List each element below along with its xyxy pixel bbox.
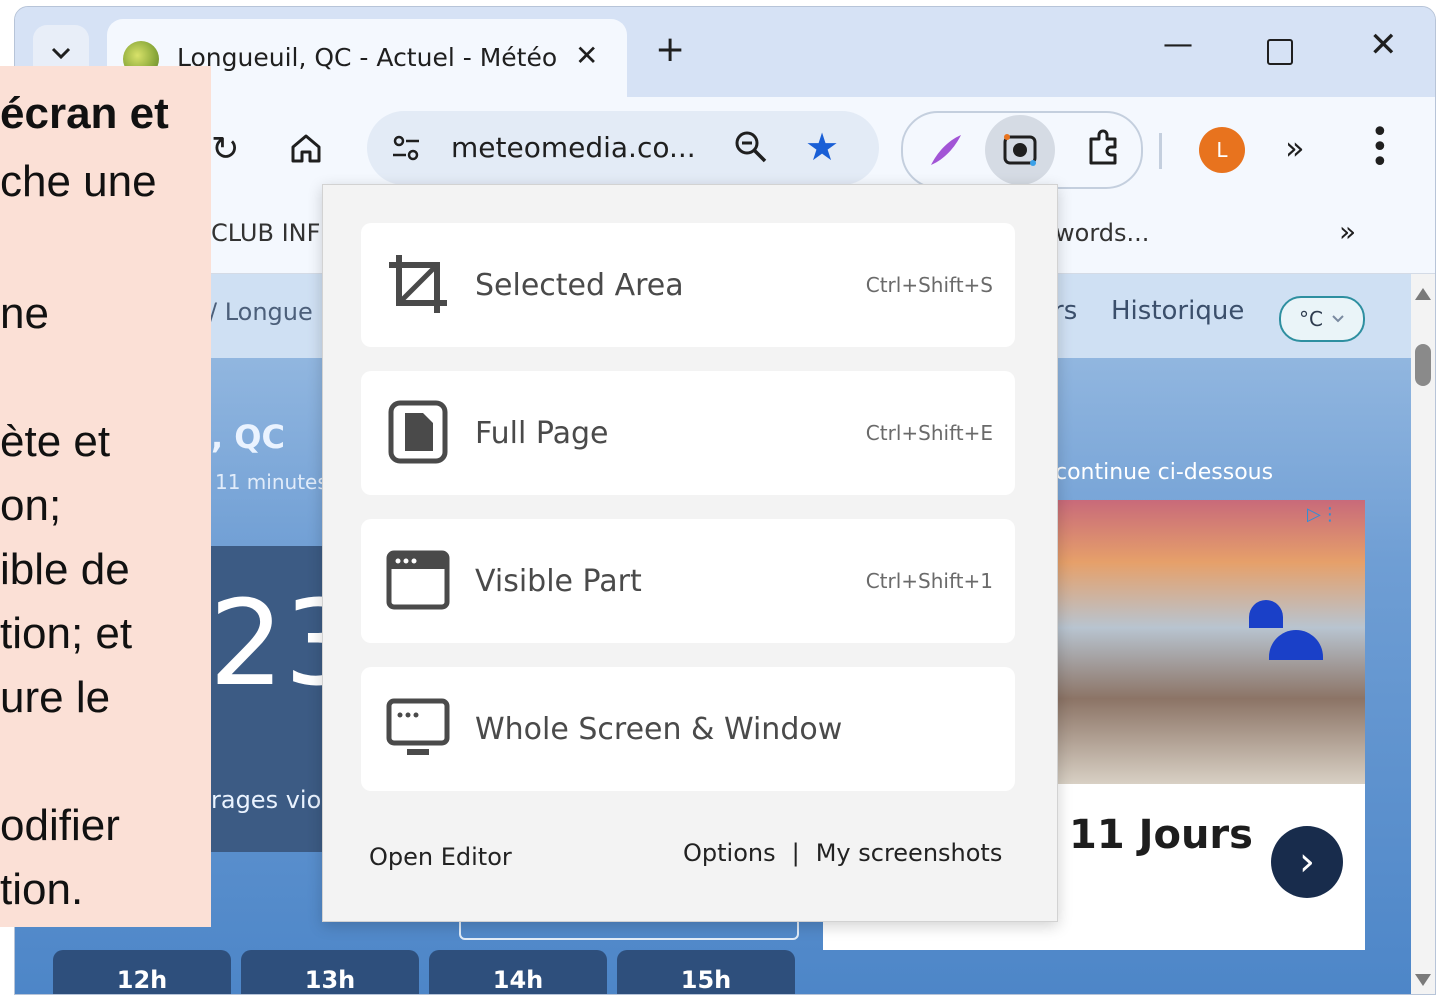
tab-title: Longueuil, QC - Actuel - Météo (177, 43, 557, 72)
overlay-line: ète et (0, 417, 111, 466)
option-label: Selected Area (475, 267, 684, 303)
minimize-icon[interactable]: — (1163, 27, 1193, 62)
new-tab-button[interactable]: + (655, 29, 685, 70)
chevron-right-icon[interactable]: › (1271, 826, 1343, 898)
weather-alert-text: rages vio (211, 786, 322, 814)
hour-tab[interactable]: 14h (429, 950, 607, 994)
crop-icon (389, 255, 447, 313)
bookmarks-overflow-icon[interactable]: » (1339, 215, 1356, 248)
overlay-line: écran et (0, 89, 169, 138)
browser-toolbar: ↻ meteomedia.co... ★ L » • • • (15, 97, 1435, 197)
extensions-group (901, 111, 1143, 189)
bookmark-item[interactable]: words... (1055, 219, 1149, 247)
city-name: , QC (211, 418, 285, 456)
zoom-out-icon[interactable] (733, 129, 769, 169)
option-selected-area[interactable]: Selected Area Ctrl+Shift+S (361, 223, 1015, 347)
ad-intro: continue ci-dessous (1055, 460, 1274, 485)
option-visible-part[interactable]: Visible Part Ctrl+Shift+1 (361, 519, 1015, 643)
text-overlay: écran et che une ne ète et on; ible de t… (0, 66, 211, 927)
screenshot-extension-icon[interactable] (985, 115, 1055, 185)
hour-tab[interactable]: 13h (241, 950, 419, 994)
overlay-line: tion; et (0, 609, 133, 658)
page-scrollbar[interactable] (1411, 274, 1435, 994)
scroll-thumb[interactable] (1415, 344, 1431, 386)
option-shortcut: Ctrl+Shift+1 (865, 569, 993, 593)
bookmark-item[interactable]: CLUB INF (211, 219, 320, 247)
home-icon[interactable] (289, 131, 323, 169)
option-shortcut: Ctrl+Shift+E (865, 421, 993, 445)
close-window-icon[interactable]: ✕ (1369, 25, 1398, 65)
tab-strip: Longueuil, QC - Actuel - Météo ✕ + — ✕ (15, 7, 1435, 99)
overlay-line: on; (0, 481, 62, 530)
option-shortcut: Ctrl+Shift+S (865, 273, 993, 297)
scroll-down-icon[interactable] (1415, 974, 1431, 986)
unit-toggle[interactable]: °C (1279, 296, 1365, 342)
option-label: Visible Part (475, 563, 642, 599)
overlay-line: ible de (0, 545, 130, 594)
breadcrumb[interactable]: / Longue (209, 298, 313, 326)
ad-image: ▷⋮ (1057, 500, 1365, 784)
tab-close-icon[interactable]: ✕ (575, 39, 598, 72)
overlay-line: ure le (0, 673, 111, 722)
overlay-line: che une (0, 157, 157, 206)
address-bar[interactable]: meteomedia.co... ★ (367, 111, 879, 185)
monitor-icon (386, 698, 450, 755)
toolbar-divider (1159, 133, 1162, 169)
updated-time: 11 minutes (215, 470, 328, 494)
browser-window-icon (386, 550, 450, 610)
hour-tab[interactable]: 15h (617, 950, 795, 994)
profile-avatar[interactable]: L (1199, 127, 1245, 173)
url-text: meteomedia.co... (451, 131, 696, 164)
overlay-line: ne (0, 289, 49, 338)
maximize-icon[interactable] (1267, 39, 1293, 65)
option-label: Whole Screen & Window (475, 711, 843, 747)
link-separator: | (791, 839, 800, 867)
feather-icon[interactable] (925, 131, 965, 175)
footer-links: Options | My screenshots (683, 839, 1002, 867)
option-full-page[interactable]: Full Page Ctrl+Shift+E (361, 371, 1015, 495)
option-label: Full Page (475, 415, 609, 451)
overlay-line: tion. (0, 865, 84, 914)
chevron-down-icon (51, 47, 71, 60)
ad-image-dome (1269, 630, 1323, 660)
ad-title: 11 Jours (1069, 812, 1253, 858)
menu-kebab-icon[interactable]: • • • (1371, 118, 1389, 178)
puzzle-icon[interactable] (1083, 129, 1123, 173)
document-icon (388, 400, 448, 464)
option-whole-screen[interactable]: Whole Screen & Window (361, 667, 1015, 791)
overlay-line: odifier (0, 801, 120, 850)
screenshot-menu-popup: Selected Area Ctrl+Shift+S Full Page Ctr… (322, 184, 1058, 922)
chevron-down-icon (1332, 315, 1344, 323)
scroll-up-icon[interactable] (1415, 288, 1431, 300)
hour-tab[interactable]: 12h (53, 950, 231, 994)
site-info-icon[interactable] (391, 133, 421, 167)
bookmark-star-icon[interactable]: ★ (805, 125, 839, 169)
chevron-double-right-icon[interactable]: » (1285, 129, 1305, 167)
unit-label: °C (1299, 307, 1323, 331)
reload-icon[interactable]: ↻ (211, 129, 240, 169)
options-link[interactable]: Options (683, 839, 776, 867)
nav-item-history[interactable]: Historique (1111, 296, 1244, 326)
adchoices-icon[interactable]: ▷⋮ (1307, 504, 1339, 525)
open-editor-link[interactable]: Open Editor (369, 843, 512, 871)
ad-image-dome (1249, 600, 1283, 628)
my-screenshots-link[interactable]: My screenshots (816, 839, 1003, 867)
